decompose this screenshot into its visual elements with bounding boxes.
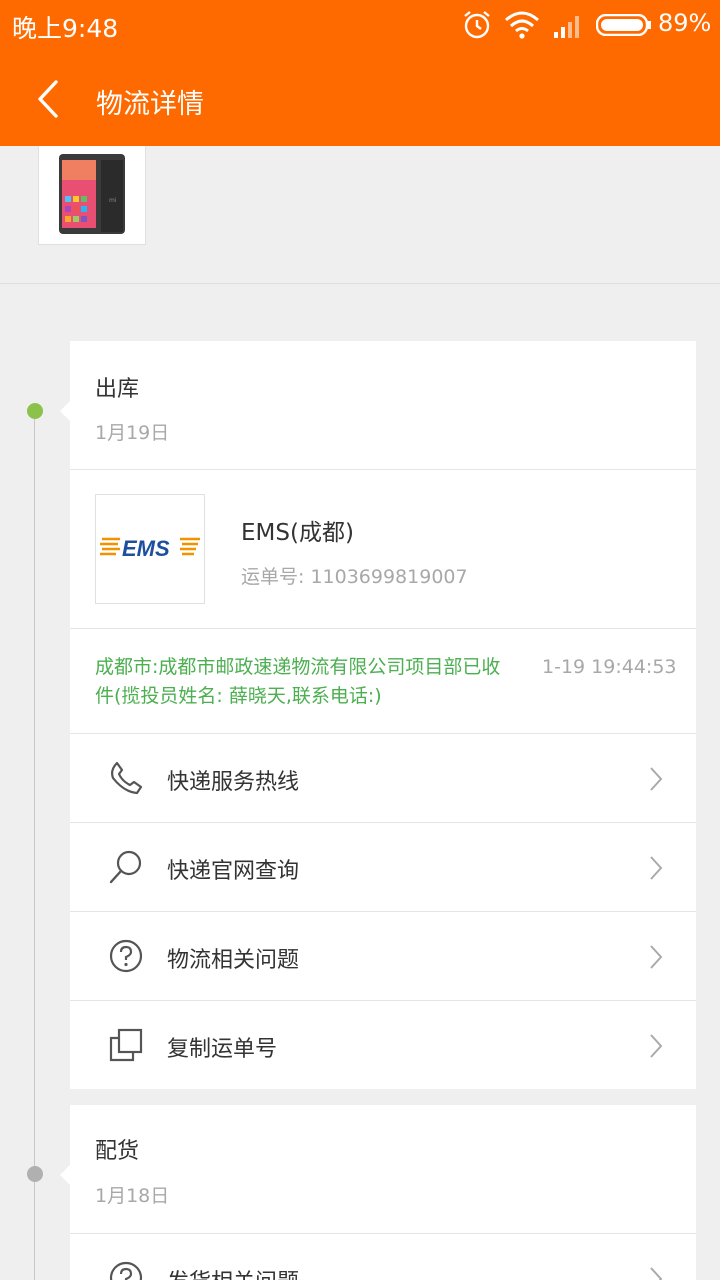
svg-text:EMS: EMS bbox=[122, 536, 170, 561]
help-circle-icon bbox=[109, 939, 143, 973]
title-bar: 物流详情 bbox=[0, 50, 720, 146]
timeline-dot-active bbox=[27, 403, 43, 419]
chevron-right-icon bbox=[650, 1034, 663, 1058]
trace-text: 成都市:成都市邮政速递物流有限公司项目部已收件(揽投员姓名: 薛晓天,联系电话:… bbox=[95, 656, 501, 707]
alarm-icon bbox=[464, 11, 490, 39]
phone-icon bbox=[111, 761, 143, 795]
search-icon bbox=[109, 850, 142, 884]
status-time: 晚上9:48 bbox=[12, 14, 119, 43]
wifi-icon bbox=[505, 11, 539, 39]
chevron-right-icon bbox=[650, 945, 663, 969]
row-label: 快递服务热线 bbox=[167, 770, 300, 795]
waybill-number: 运单号: 1103699819007 bbox=[241, 566, 468, 588]
copy-waybill-row[interactable]: 复制运单号 bbox=[70, 1001, 696, 1089]
row-label: 物流相关问题 bbox=[167, 948, 300, 973]
product-thumbnail[interactable]: mi bbox=[38, 146, 146, 245]
product-area: mi bbox=[0, 146, 720, 284]
courier-hotline-row[interactable]: 快递服务热线 bbox=[70, 734, 696, 822]
stage-card-picking: 配货 1月18日 发货相关问题 bbox=[60, 1105, 696, 1280]
row-label: 复制运单号 bbox=[167, 1037, 278, 1062]
timeline-line bbox=[34, 412, 35, 1280]
trace-time: 1-19 19:44:53 bbox=[542, 656, 677, 678]
stage-title: 配货 bbox=[95, 1139, 140, 1164]
back-arrow-icon[interactable] bbox=[32, 78, 64, 120]
stage-date: 1月18日 bbox=[95, 1185, 170, 1207]
svg-text:mi: mi bbox=[109, 197, 117, 204]
chevron-right-icon bbox=[650, 856, 663, 880]
stage-date: 1月19日 bbox=[95, 422, 170, 444]
carrier-name: EMS(成都) bbox=[241, 520, 354, 546]
ems-logo: EMS bbox=[100, 536, 200, 561]
courier-website-row[interactable]: 快递官网查询 bbox=[70, 823, 696, 911]
page-title: 物流详情 bbox=[96, 89, 204, 120]
chevron-right-icon bbox=[650, 1267, 663, 1280]
shipping-faq-row[interactable]: 发货相关问题 bbox=[70, 1234, 696, 1280]
battery-icon bbox=[596, 14, 651, 36]
row-label: 发货相关问题 bbox=[167, 1264, 299, 1280]
logistics-faq-row[interactable]: 物流相关问题 bbox=[70, 912, 696, 1000]
status-bar: 晚上9:48 89% bbox=[0, 0, 720, 50]
carrier-logo: EMS bbox=[95, 494, 205, 604]
phone-product-image: mi bbox=[59, 154, 125, 234]
help-circle-icon bbox=[109, 1261, 143, 1280]
row-label: 快递官网查询 bbox=[167, 859, 300, 884]
copy-icon bbox=[109, 1028, 143, 1062]
divider bbox=[70, 469, 696, 470]
battery-percent: 89% bbox=[658, 9, 712, 37]
stage-title: 出库 bbox=[95, 377, 140, 402]
stage-card-outbound: 出库 1月19日 EMS EMS(成都) 运单号: 1103699819007 … bbox=[60, 341, 696, 1089]
chevron-right-icon bbox=[650, 767, 663, 791]
divider bbox=[70, 628, 696, 629]
timeline-dot bbox=[27, 1166, 43, 1182]
signal-icon bbox=[554, 16, 579, 38]
